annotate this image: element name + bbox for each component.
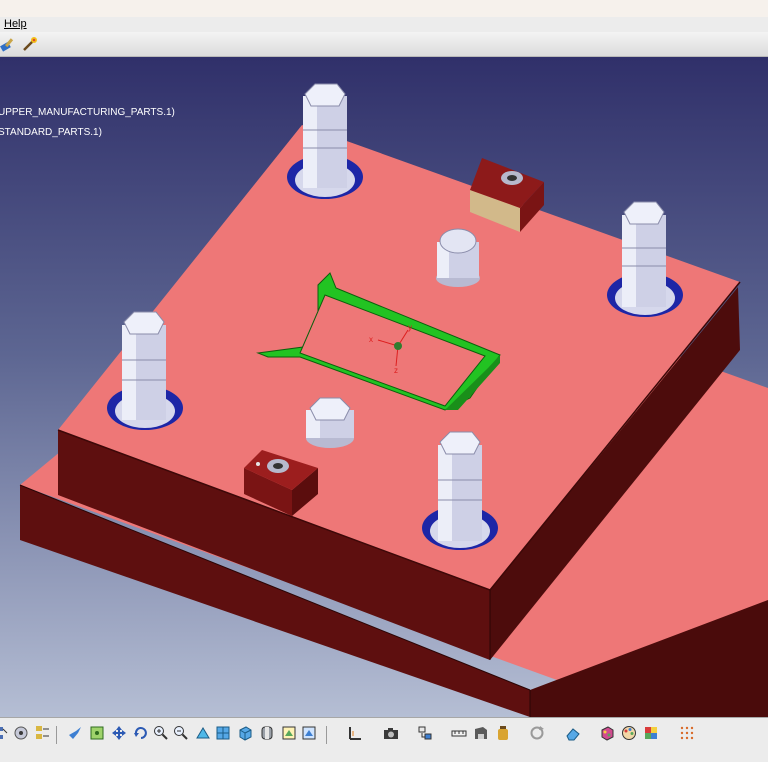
zoom-in-icon[interactable] — [152, 724, 170, 742]
fit-all-icon[interactable] — [88, 724, 106, 742]
iso-view-icon[interactable] — [236, 724, 254, 742]
3d-viewport[interactable]: UPPER_MANUFACTURING_PARTS.1) STANDARD_PA… — [0, 57, 768, 717]
palette-icon[interactable] — [620, 724, 638, 742]
hub-icon[interactable] — [12, 724, 30, 742]
bottle-icon[interactable] — [494, 724, 512, 742]
tree-node-standard-parts[interactable]: STANDARD_PARTS.1) — [0, 127, 102, 138]
title-strip — [0, 0, 768, 17]
bottom-toolbar — [0, 717, 768, 762]
spec-tree-icon[interactable] — [34, 724, 52, 742]
hide-show-icon[interactable] — [280, 724, 298, 742]
shading-icon[interactable] — [258, 724, 276, 742]
menu-bar: Help — [0, 17, 768, 32]
menu-help-label: Help — [4, 18, 27, 30]
magic-wand-icon[interactable] — [21, 35, 39, 53]
texture-icon[interactable] — [642, 724, 660, 742]
toolbar-separator — [326, 726, 327, 744]
snap-icon[interactable] — [416, 724, 434, 742]
brush-icon[interactable] — [0, 35, 18, 53]
save-icon[interactable] — [472, 724, 490, 742]
fly-mode-icon[interactable] — [66, 724, 84, 742]
pilot-pin-upper — [436, 228, 480, 287]
top-toolbar — [0, 32, 768, 57]
rotate-icon[interactable] — [132, 724, 150, 742]
swap-visible-icon[interactable] — [300, 724, 318, 742]
camera-icon[interactable] — [382, 724, 400, 742]
axis-z-label: z — [394, 366, 398, 375]
material-icon[interactable] — [598, 724, 616, 742]
toolbar-separator — [56, 726, 57, 744]
zoom-out-icon[interactable] — [172, 724, 190, 742]
cube-view-icon[interactable] — [214, 724, 232, 742]
tree-node-upper-manufacturing-parts[interactable]: UPPER_MANUFACTURING_PARTS.1) — [0, 107, 175, 118]
ruler-icon[interactable] — [450, 724, 468, 742]
measure-icon[interactable] — [346, 724, 364, 742]
eraser-icon[interactable] — [564, 724, 582, 742]
normal-view-icon[interactable] — [194, 724, 212, 742]
axis-y-label: y — [408, 323, 412, 332]
grid-icon[interactable] — [678, 724, 696, 742]
axis-x-label: x — [369, 335, 373, 344]
mold-assembly: x y z — [19, 83, 768, 717]
refresh-icon[interactable] — [528, 724, 546, 742]
pan-icon[interactable] — [110, 724, 128, 742]
pilot-pin-lower — [306, 397, 354, 448]
menu-help[interactable]: Help — [4, 17, 27, 32]
